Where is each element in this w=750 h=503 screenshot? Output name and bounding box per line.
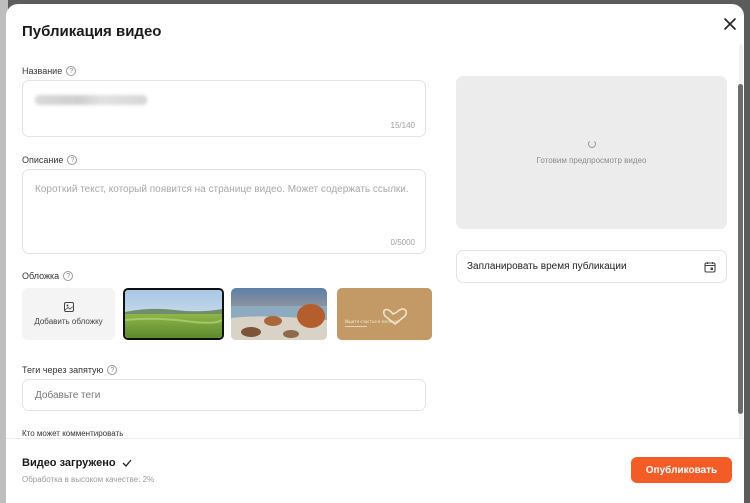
cover-thumb-2[interactable] [231, 288, 327, 340]
description-placeholder: Короткий текст, который появится на стра… [35, 184, 409, 195]
name-field[interactable]: 15/140 [22, 80, 426, 137]
loading-spinner-icon [587, 140, 596, 148]
tags-input[interactable] [35, 380, 415, 410]
scrollbar[interactable] [737, 44, 744, 464]
description-counter: 0/5000 [390, 238, 415, 247]
cover-label-row: Обложка ? [22, 271, 74, 281]
description-field[interactable]: Короткий текст, который появится на стра… [22, 169, 426, 254]
video-preview: Готовим предпросмотр видео [456, 76, 727, 229]
cover-label: Обложка [22, 271, 60, 281]
tags-label-row: Теги через запятую ? [22, 365, 118, 375]
close-icon [724, 18, 736, 30]
description-label-row: Описание ? [22, 155, 78, 165]
cover-thumb-3[interactable]: Ищите счастье в мелочах [337, 288, 432, 340]
sand-heart-thumbnail: Ищите счастье в мелочах [337, 288, 432, 340]
help-icon[interactable]: ? [107, 365, 118, 375]
upload-status: Видео загружено [22, 457, 132, 469]
schedule-publication-field[interactable]: Запланировать время публикации [456, 250, 727, 283]
preview-text: Готовим предпросмотр видео [536, 156, 647, 165]
publish-video-modal: Публикация видео Название ? 15/140 Описа… [6, 4, 744, 503]
modal-title: Публикация видео [22, 23, 162, 40]
comments-label: Кто может комментировать [22, 429, 124, 438]
processing-status: Обработка в высоком качестве: 2% [22, 475, 155, 484]
schedule-label: Запланировать время публикации [467, 261, 627, 272]
help-icon[interactable]: ? [63, 271, 74, 281]
image-icon [63, 302, 74, 312]
upload-status-text: Видео загружено [22, 457, 116, 469]
add-cover-button[interactable]: Добавить обложку [22, 288, 115, 340]
cover-thumb-1[interactable] [123, 288, 224, 340]
name-counter: 15/140 [390, 121, 415, 130]
tags-label: Теги через запятую [22, 365, 104, 375]
tags-field [22, 379, 426, 411]
cover-thumb-3-caption: Ищите счастье в мелочах [345, 319, 400, 324]
checkmark-icon [122, 459, 132, 467]
modal-footer: Видео загружено Обработка в высоком каче… [6, 438, 744, 503]
close-button[interactable] [720, 14, 740, 34]
scrollbar-thumb[interactable] [738, 84, 743, 414]
description-label: Описание [22, 155, 64, 165]
help-icon[interactable]: ? [66, 66, 77, 76]
calendar-icon[interactable] [704, 261, 716, 273]
name-label-row: Название ? [22, 66, 77, 76]
name-value-blurred [35, 95, 147, 105]
rocky-beach-thumbnail [231, 288, 327, 340]
meadow-thumbnail [125, 290, 222, 338]
add-cover-label: Добавить обложку [34, 317, 103, 326]
help-icon[interactable]: ? [67, 155, 78, 165]
name-label: Название [22, 66, 63, 76]
publish-button[interactable]: Опубликовать [631, 457, 732, 483]
